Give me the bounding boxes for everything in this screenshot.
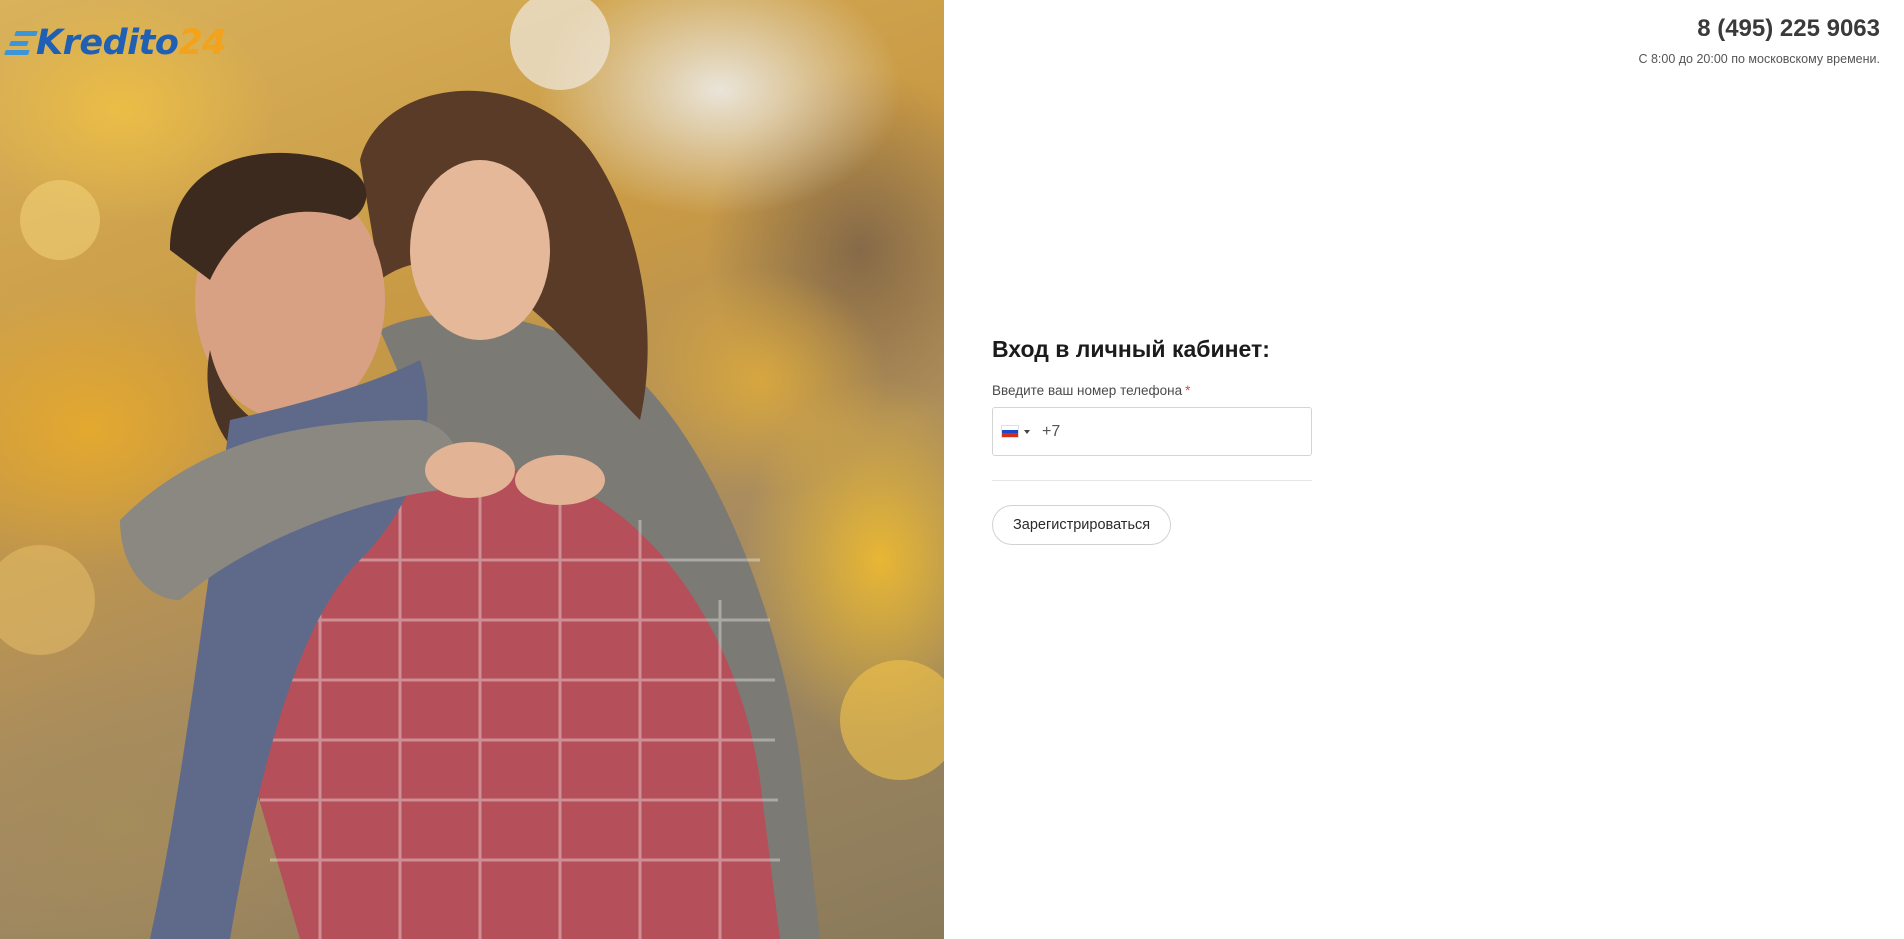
contact-hours: С 8:00 до 20:00 по московскому времени. xyxy=(1638,52,1880,66)
phone-field-label: Введите ваш номер телефона * xyxy=(992,383,1312,398)
page-title: Вход в личный кабинет: xyxy=(992,336,1270,362)
hero-photo: Kredito 24 xyxy=(0,0,944,939)
register-button[interactable]: Зарегистрироваться xyxy=(992,505,1172,545)
russia-flag-icon xyxy=(1001,425,1019,438)
phone-input[interactable] xyxy=(1038,408,1311,455)
contact-phone[interactable]: 8 (495) 225 9063 xyxy=(1638,14,1880,44)
required-asterisk: * xyxy=(1185,383,1191,398)
brand-logo[interactable]: Kredito 24 xyxy=(4,18,227,68)
phone-field xyxy=(992,407,1312,456)
divider xyxy=(992,480,1312,481)
logo-wordmark: Kredito xyxy=(36,23,179,63)
couple-illustration xyxy=(0,0,944,939)
phone-label-text: Введите ваш номер телефона xyxy=(992,383,1183,398)
chevron-down-icon xyxy=(1024,429,1030,434)
contact-info: 8 (495) 225 9063 С 8:00 до 20:00 по моск… xyxy=(1638,14,1880,66)
page: Kredito 24 8 (495) 225 9063 С 8:00 до 20… xyxy=(0,0,1904,939)
logo-number: 24 xyxy=(178,23,227,63)
logo-speed-lines-icon xyxy=(4,31,38,55)
country-code-select[interactable] xyxy=(993,408,1038,455)
login-form: Вход в личный кабинет: Введите ваш номер… xyxy=(992,333,1312,545)
